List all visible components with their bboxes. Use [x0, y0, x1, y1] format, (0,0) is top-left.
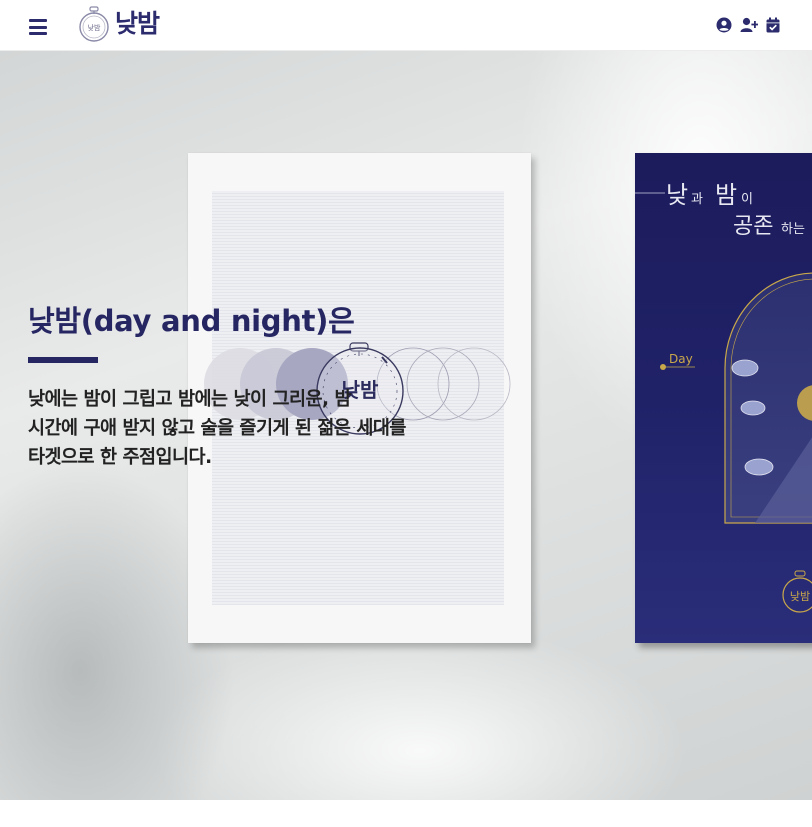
description-line: 낮에는 밤이 그립고 밤에는 낮이 그리운, 밤	[28, 389, 352, 410]
header-actions	[716, 17, 780, 35]
logo[interactable]: 낮밤 낮밤	[77, 6, 167, 44]
svg-text:하는: 하는	[781, 222, 805, 237]
menu-icon[interactable]	[29, 19, 47, 35]
svg-text:낮밤: 낮밤	[88, 23, 101, 32]
hero-text-block: 낮밤(day and night)은 낮에는 밤이 그립고 밤에는 낮이 그리운…	[28, 301, 468, 472]
poster-day-night-dark: 낮 과 밤 이 공존 하는 Day 낮밤	[635, 153, 812, 643]
user-circle-icon[interactable]	[716, 17, 732, 33]
svg-text:과: 과	[691, 192, 703, 207]
logo-text: 낮밤	[115, 9, 160, 38]
description-line: 시간에 구애 받지 않고 술을 즐기게 된 젊은 세대를	[28, 418, 406, 439]
svg-text:낮: 낮	[666, 181, 688, 209]
svg-text:이: 이	[741, 192, 753, 207]
svg-text:밤: 밤	[715, 181, 737, 209]
site-header: 낮밤 낮밤	[0, 0, 812, 51]
hero-description: 낮에는 밤이 그립고 밤에는 낮이 그리운, 밤 시간에 구애 받지 않고 술을…	[28, 385, 468, 472]
svg-text:Day: Day	[669, 352, 693, 366]
calendar-check-icon[interactable]	[766, 17, 780, 33]
title-underline-bar	[28, 357, 98, 363]
description-line: 타겟으로 한 주점입니다.	[28, 447, 212, 468]
svg-text:공존: 공존	[733, 214, 773, 239]
day-night-artwork: 낮 과 밤 이 공존 하는 Day 낮밤	[635, 181, 812, 613]
hero-title: 낮밤(day and night)은	[28, 304, 355, 338]
hero-section: 낮밤 낮 과 밤 이 공존 하는 Day 낮밤 낮밤(day and night…	[0, 51, 812, 800]
svg-text:낮밤: 낮밤	[790, 590, 810, 603]
stopwatch-logo-icon: 낮밤	[79, 6, 109, 42]
user-plus-icon[interactable]	[740, 17, 758, 33]
